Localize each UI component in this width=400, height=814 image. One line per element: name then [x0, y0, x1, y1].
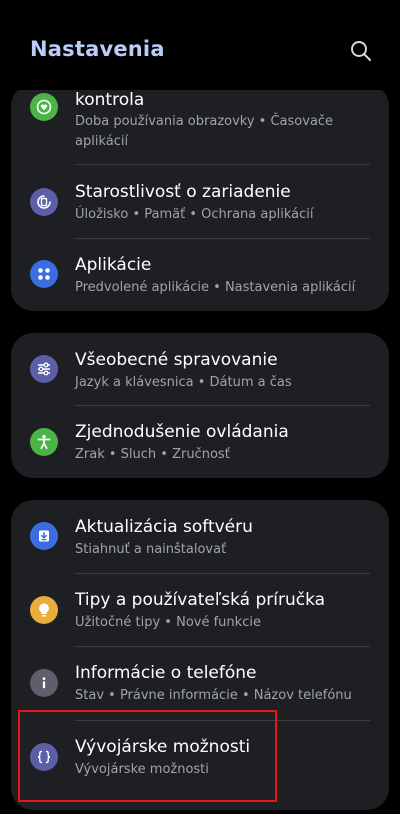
apps-grid-icon: [30, 260, 58, 288]
settings-item-tips[interactable]: Tipy a používateľská príručka Užitočné t…: [11, 574, 389, 646]
settings-item-subtitle: Zrak • Sluch • Zručnosť: [75, 447, 230, 462]
settings-item-general-management[interactable]: Všeobecné spravovanie Jazyk a klávesnica…: [11, 333, 389, 405]
device-care-icon: [30, 188, 58, 216]
settings-item-label: Aplikácie: [75, 255, 152, 275]
settings-group-2: Všeobecné spravovanie Jazyk a klávesnica…: [11, 333, 389, 478]
settings-item-subtitle: Užitočné tipy • Nové funkcie: [75, 615, 261, 630]
settings-item-label: Zjednodušenie ovládania: [75, 422, 289, 442]
search-button[interactable]: [348, 38, 374, 64]
page-title: Nastavenia: [30, 37, 165, 61]
settings-item-subtitle: Stiahnuť a nainštalovať: [75, 542, 227, 557]
settings-item-subtitle: Jazyk a klávesnica • Dátum a čas: [75, 375, 292, 390]
software-update-icon: [30, 522, 58, 550]
settings-screen: kontrola Doba používania obrazovky • Čas…: [0, 0, 400, 814]
settings-item-device-care[interactable]: Starostlivosť o zariadenie Úložisko • Pa…: [11, 165, 389, 238]
settings-item-label: Informácie o telefóne: [75, 663, 257, 683]
settings-item-apps[interactable]: Aplikácie Predvolené aplikácie • Nastave…: [11, 239, 389, 311]
sliders-icon: [30, 355, 58, 383]
highlight-box: [18, 710, 277, 802]
settings-group-1: kontrola Doba používania obrazovky • Čas…: [11, 84, 389, 311]
app-bar: Nastavenia: [0, 0, 400, 90]
settings-item-label: Všeobecné spravovanie: [75, 350, 278, 370]
settings-item-software-update[interactable]: Aktualizácia softvéru Stiahnuť a nainšta…: [11, 500, 389, 573]
heart-icon: [30, 93, 58, 121]
settings-item-subtitle: Úložisko • Pamäť • Ochrana aplikácií: [75, 207, 314, 222]
accessibility-icon: [30, 428, 58, 456]
info-icon: [30, 669, 58, 697]
settings-item-subtitle: Predvolené aplikácie • Nastavenia apliká…: [75, 280, 356, 295]
settings-item-subtitle: Stav • Právne informácie • Názov telefón…: [75, 688, 352, 703]
settings-item-digital-wellbeing[interactable]: kontrola Doba používania obrazovky • Čas…: [11, 84, 389, 164]
settings-item-accessibility[interactable]: Zjednodušenie ovládania Zrak • Sluch • Z…: [11, 406, 389, 478]
settings-item-subtitle: Doba používania obrazovky • Časovače apl…: [75, 114, 334, 149]
settings-item-label: Aktualizácia softvéru: [75, 517, 253, 537]
settings-item-label: kontrola: [75, 90, 145, 110]
settings-item-label: Tipy a používateľská príručka: [75, 590, 326, 610]
settings-item-label: Starostlivosť o zariadenie: [75, 182, 291, 202]
search-icon: [351, 41, 371, 61]
lightbulb-icon: [30, 596, 58, 624]
